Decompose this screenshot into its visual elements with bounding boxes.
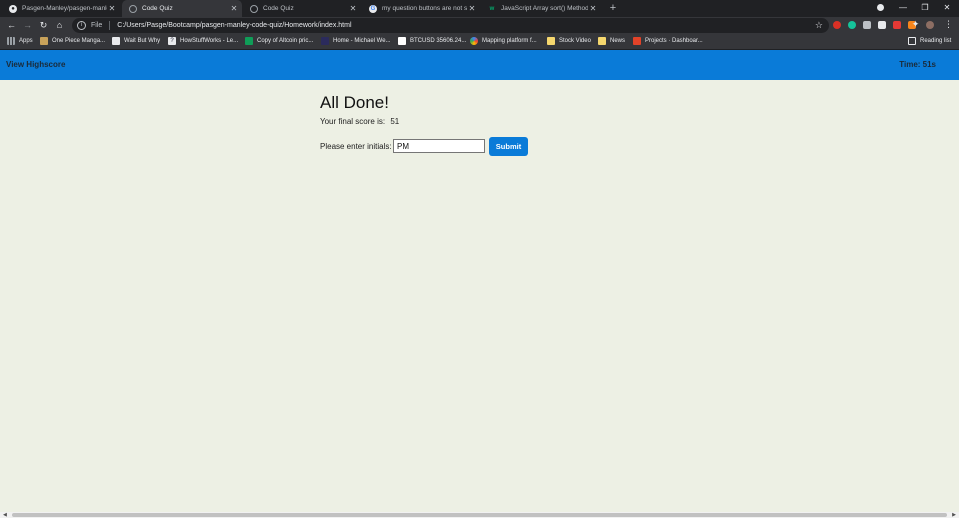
restore-button[interactable]: ❐ [914, 0, 936, 17]
close-tab-icon[interactable]: ✕ [229, 4, 239, 13]
one-piece-icon [40, 37, 48, 45]
bookmark-label: Copy of Altcoin pric... [257, 38, 314, 44]
google-icon: G [369, 4, 377, 13]
page-title: All Done! [320, 93, 389, 112]
gitlab-icon [633, 37, 641, 45]
apps-grid-icon [7, 37, 15, 45]
minimize-button[interactable]: — [892, 0, 914, 17]
browser-tab[interactable]: w JavaScript Array sort() Method ✕ [481, 0, 601, 17]
submit-button[interactable]: Submit [489, 137, 528, 156]
final-score-value: 51 [390, 117, 400, 126]
close-tab-icon[interactable]: ✕ [107, 4, 117, 13]
forward-arrow-icon[interactable]: → [22, 20, 33, 31]
scrollbar-thumb[interactable] [12, 513, 947, 517]
address-bar[interactable]: i File C:/Users/Pasge/Bootcamp/pasgen-ma… [72, 18, 829, 33]
bookmark-item[interactable]: ? HowStuffWorks - Le... [168, 37, 238, 45]
bookmark-star-icon[interactable]: ☆ [815, 20, 823, 31]
bookmark-label: One Piece Manga... [52, 38, 106, 44]
browser-tab[interactable]: Code Quiz ✕ [243, 0, 361, 17]
final-score-line: Your final score is: 51 [320, 117, 399, 126]
tab-title: my question buttons are not sto [382, 5, 467, 12]
address-scheme: File [91, 22, 103, 29]
close-tab-icon[interactable]: ✕ [588, 4, 598, 13]
home-icon[interactable]: ⌂ [54, 20, 65, 31]
bookmark-label: Wait But Why [124, 38, 161, 44]
avatar[interactable] [926, 21, 934, 29]
bookmark-item[interactable]: Copy of Altcoin pric... [245, 37, 313, 45]
bookmark-folder[interactable]: Stock Video [547, 37, 591, 45]
initials-label: Please enter initials: [320, 142, 392, 151]
reload-icon[interactable]: ↻ [38, 20, 49, 31]
horizontal-scrollbar[interactable]: ◀ ▶ [0, 512, 959, 518]
bookmark-item[interactable]: Mapping platform f... [470, 37, 537, 45]
reading-list-icon [908, 37, 916, 45]
view-highscore-link[interactable]: View Highscore [6, 60, 65, 69]
tradingview-icon [398, 37, 406, 45]
w3schools-icon: w [489, 5, 495, 12]
menu-kebab-icon[interactable]: ⋮ [943, 19, 954, 30]
page-content: View Highscore Time: 51s All Done! Your … [0, 50, 959, 512]
mapping-icon [470, 37, 478, 45]
bookmark-item[interactable]: One Piece Manga... [40, 37, 105, 45]
bookmark-folder[interactable]: News [598, 37, 625, 45]
bookmark-item[interactable]: Projects · Dashboar... [633, 37, 703, 45]
info-icon[interactable]: i [77, 21, 86, 30]
address-divider [109, 21, 111, 30]
scroll-left-arrow-icon[interactable]: ◀ [3, 512, 7, 518]
timer-display: Time: 51s [899, 60, 936, 69]
tab-title: Code Quiz [142, 5, 173, 12]
bookmark-label: BTCUSD 35606.24... [410, 38, 467, 44]
bookmarks-bar: Apps One Piece Manga... Wait But Why ? H… [0, 34, 959, 50]
grammarly-icon[interactable] [848, 21, 856, 29]
bookmark-apps[interactable]: Apps [7, 37, 33, 45]
bookmark-label: HowStuffWorks - Le... [180, 38, 239, 44]
browser-tab[interactable]: ● Pasgen-Manley/pasgen-manley- ✕ [2, 0, 120, 17]
tab-title: JavaScript Array sort() Method [501, 5, 588, 12]
browser-tab[interactable]: G my question buttons are not sto ✕ [362, 0, 480, 17]
close-window-button[interactable]: ✕ [936, 0, 958, 17]
folder-icon [598, 37, 606, 45]
extension-youtube-icon[interactable] [893, 21, 901, 29]
initials-input[interactable] [393, 139, 485, 153]
tab-strip: ● Pasgen-Manley/pasgen-manley- ✕ Code Qu… [0, 0, 959, 17]
howstuffworks-icon: ? [168, 37, 176, 45]
globe-icon [129, 4, 137, 13]
extension-white-icon[interactable] [878, 21, 886, 29]
bookmark-label: Stock Video [559, 38, 591, 44]
site-icon [321, 37, 329, 45]
scroll-right-arrow-icon[interactable]: ▶ [952, 512, 956, 518]
folder-icon [547, 37, 555, 45]
bookmark-label: News [610, 38, 626, 44]
github-icon: ● [9, 4, 17, 13]
bookmark-label: Mapping platform f... [482, 38, 537, 44]
tab-title: Pasgen-Manley/pasgen-manley- [22, 5, 107, 12]
bookmark-item[interactable]: Wait But Why [112, 37, 160, 45]
close-tab-icon[interactable]: ✕ [467, 4, 477, 13]
bookmark-item[interactable]: BTCUSD 35606.24... [398, 37, 466, 45]
new-tab-button[interactable]: + [607, 2, 619, 14]
bookmark-label: Projects · Dashboar... [645, 38, 703, 44]
globe-icon [250, 4, 258, 13]
bookmark-item[interactable]: Home - Michael We... [321, 37, 391, 45]
sheets-icon [245, 37, 253, 45]
close-tab-icon[interactable]: ✕ [348, 4, 358, 13]
extension-grey-icon[interactable] [863, 21, 871, 29]
reading-list-label: Reading list [920, 38, 952, 44]
back-arrow-icon[interactable]: ← [6, 20, 17, 31]
extension-red-icon[interactable] [833, 21, 841, 29]
waitbutwhy-icon [112, 37, 120, 45]
reading-list-button[interactable]: Reading list [908, 37, 951, 45]
bookmark-label: Apps [19, 38, 33, 44]
profile-circle-icon[interactable] [869, 0, 891, 17]
address-url[interactable]: C:/Users/Pasge/Bootcamp/pasgen-manley-co… [117, 22, 351, 29]
browser-toolbar: ← → ↻ ⌂ i File C:/Users/Pasge/Bootcamp/p… [0, 17, 959, 34]
browser-tab-active[interactable]: Code Quiz ✕ [122, 0, 242, 17]
quiz-header: View Highscore Time: 51s [0, 50, 959, 80]
tab-title: Code Quiz [263, 5, 294, 12]
puzzle-extensions-icon[interactable]: ✦ [910, 19, 921, 30]
final-score-label: Your final score is: [320, 117, 386, 126]
bookmark-label: Home - Michael We... [333, 38, 391, 44]
